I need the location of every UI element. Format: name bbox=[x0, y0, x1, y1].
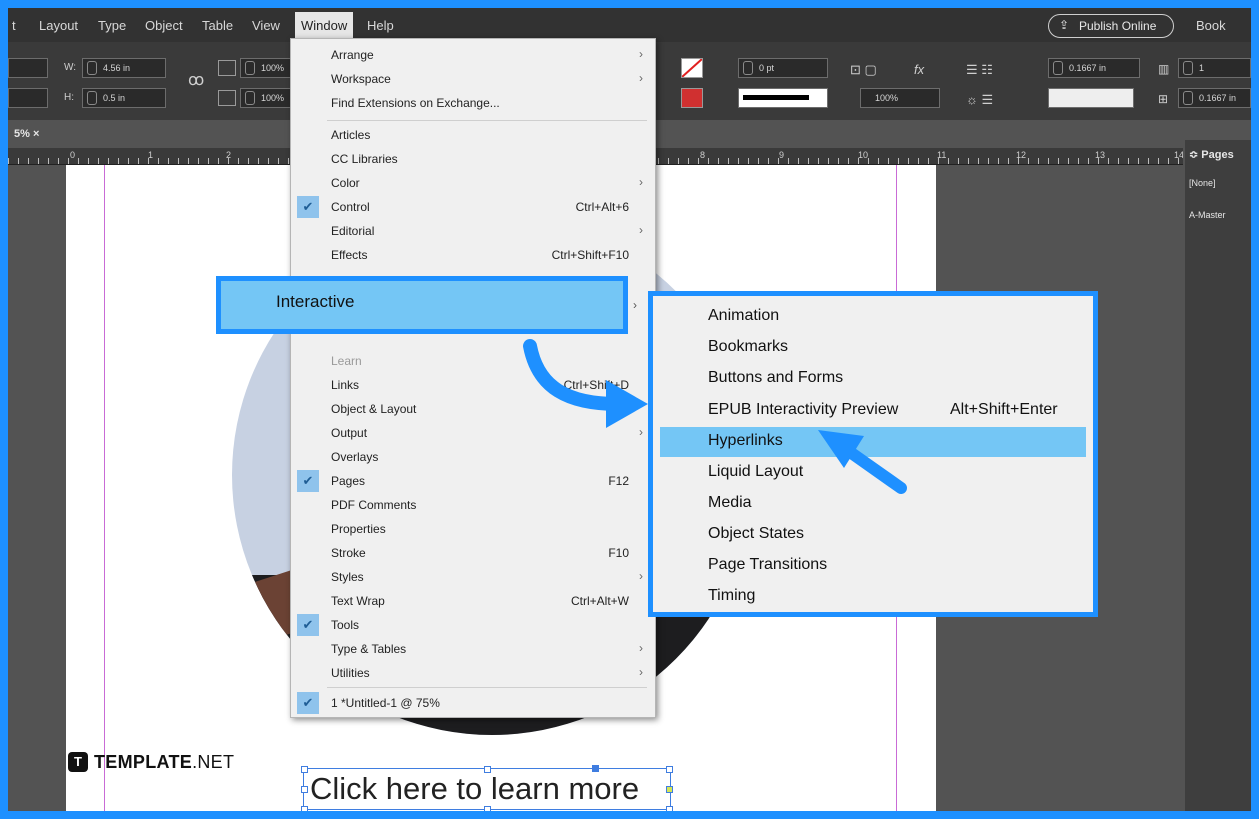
pointer-arrow-icon bbox=[818, 430, 907, 494]
curved-arrow-icon bbox=[523, 339, 648, 428]
screenshot-frame: t Layout Type Object Table View Window H… bbox=[0, 0, 1259, 819]
indesign-window: t Layout Type Object Table View Window H… bbox=[8, 8, 1251, 811]
annotation-arrows bbox=[523, 339, 907, 494]
